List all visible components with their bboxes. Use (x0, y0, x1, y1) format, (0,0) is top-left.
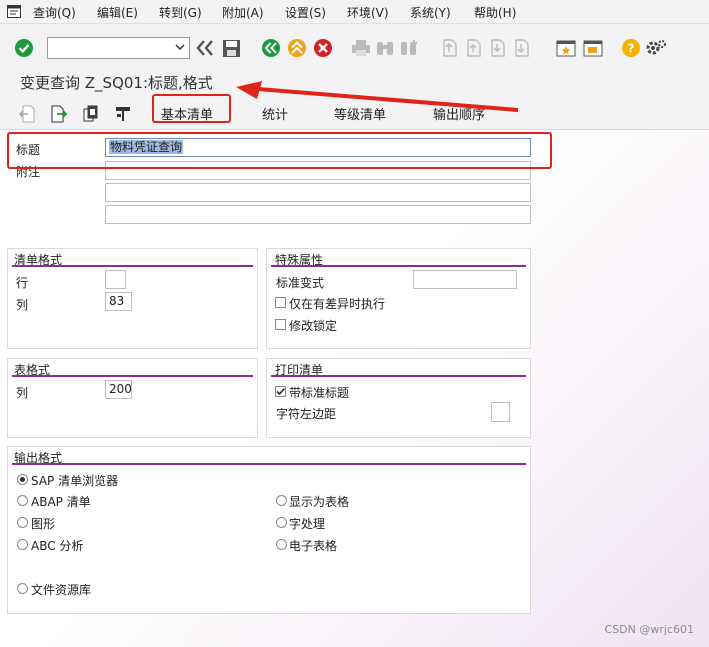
cols-value: 83 (109, 294, 125, 308)
option-word-processing: 字处理 (289, 517, 326, 531)
group-divider (12, 463, 526, 465)
radio-file-store[interactable] (17, 583, 28, 594)
help-icon[interactable]: ? (620, 37, 642, 59)
print-icon[interactable] (350, 37, 372, 59)
copy-documents-icon[interactable] (80, 103, 102, 125)
cancel-icon[interactable] (312, 37, 334, 59)
double-chevron-left-icon[interactable] (194, 37, 216, 59)
exit-icon[interactable] (286, 37, 308, 59)
cols-label: 列 (16, 298, 29, 312)
menu-icon[interactable] (7, 5, 21, 18)
radio-abap-list[interactable] (17, 495, 28, 506)
option-sap-list-viewer: SAP 清单浏览器 (31, 474, 119, 488)
notes-input-2[interactable] (105, 183, 531, 202)
option-abc-analysis: ABC 分析 (31, 539, 84, 553)
std-variant-input[interactable] (413, 270, 517, 289)
find-next-icon[interactable] (398, 37, 420, 59)
watermark-text: CSDN @wrjc601 (604, 623, 694, 636)
page-title: 变更查询 Z_SQ01:标题,格式 (20, 74, 213, 92)
radio-spreadsheet[interactable] (276, 539, 287, 550)
std-title-label: 带标准标题 (289, 386, 350, 400)
change-lock-checkbox[interactable] (275, 319, 286, 330)
first-page-icon[interactable] (438, 37, 460, 59)
annotation-box-basic-list (152, 94, 231, 123)
create-session-icon[interactable] (555, 37, 577, 59)
checkmark-icon (276, 387, 286, 396)
group-divider (12, 265, 253, 267)
option-spreadsheet: 电子表格 (289, 539, 338, 553)
menu-system[interactable]: 系统(Y) (410, 4, 451, 21)
option-abap-list: ABAP 清单 (31, 495, 91, 509)
table-cols-label: 列 (16, 386, 29, 400)
shortcut-icon[interactable] (582, 37, 604, 59)
menu-settings[interactable]: 设置(S) (285, 4, 326, 21)
option-graphic: 图形 (31, 517, 56, 531)
group-divider (271, 375, 526, 377)
radio-display-as-table[interactable] (276, 495, 287, 506)
chevron-down-icon[interactable] (175, 42, 185, 52)
annotation-arrow-icon (236, 81, 519, 112)
radio-abc-analysis[interactable] (17, 539, 28, 550)
menu-goto[interactable]: 转到(G) (159, 4, 202, 21)
only-diff-label: 仅在有差异时执行 (289, 297, 386, 311)
rows-label: 行 (16, 276, 29, 290)
notes-input-3[interactable] (105, 205, 531, 224)
last-page-icon[interactable] (510, 37, 532, 59)
enter-check-icon[interactable] (13, 37, 35, 59)
std-variant-label: 标准变式 (276, 276, 325, 290)
command-field[interactable] (47, 37, 190, 59)
table-cols-input[interactable]: 200 (105, 380, 132, 399)
forward-document-icon[interactable] (48, 103, 70, 125)
left-margin-label: 字符左边距 (276, 407, 337, 421)
menu-help[interactable]: 帮助(H) (474, 4, 516, 21)
group-divider (271, 265, 526, 267)
back-icon[interactable] (260, 37, 282, 59)
rows-input[interactable] (105, 270, 126, 289)
table-format-group: 表格式 (7, 358, 258, 438)
save-icon[interactable] (220, 37, 242, 59)
menu-edit[interactable]: 编辑(E) (97, 4, 138, 21)
next-page-icon[interactable] (486, 37, 508, 59)
annotation-box-title-field (7, 132, 552, 169)
std-title-checkbox[interactable] (275, 386, 286, 397)
change-lock-label: 修改锁定 (289, 319, 338, 333)
previous-page-icon[interactable] (462, 37, 484, 59)
find-icon[interactable] (374, 37, 396, 59)
group-divider (12, 375, 253, 377)
option-display-as-table: 显示为表格 (289, 495, 350, 509)
menu-environment[interactable]: 环境(V) (347, 4, 389, 21)
menu-query[interactable]: 查询(Q) (33, 4, 76, 21)
table-cols-value: 200 (109, 382, 132, 396)
layout-icon[interactable] (112, 103, 134, 125)
list-format-group: 清单格式 (7, 248, 258, 349)
only-diff-checkbox[interactable] (275, 297, 286, 308)
settings-gear-icon[interactable] (645, 37, 667, 59)
radio-sap-list-viewer[interactable] (17, 474, 28, 485)
svg-text:?: ? (628, 42, 635, 56)
cols-input[interactable]: 83 (105, 292, 132, 311)
menu-extras[interactable]: 附加(A) (222, 4, 264, 21)
menu-bar: 查询(Q) 编辑(E) 转到(G) 附加(A) 设置(S) 环境(V) 系统(Y… (0, 0, 709, 24)
option-file-store: 文件资源库 (31, 583, 92, 597)
radio-graphic[interactable] (17, 517, 28, 528)
radio-word-processing[interactable] (276, 517, 287, 528)
back-document-icon[interactable] (16, 103, 38, 125)
left-margin-input[interactable] (491, 402, 510, 422)
